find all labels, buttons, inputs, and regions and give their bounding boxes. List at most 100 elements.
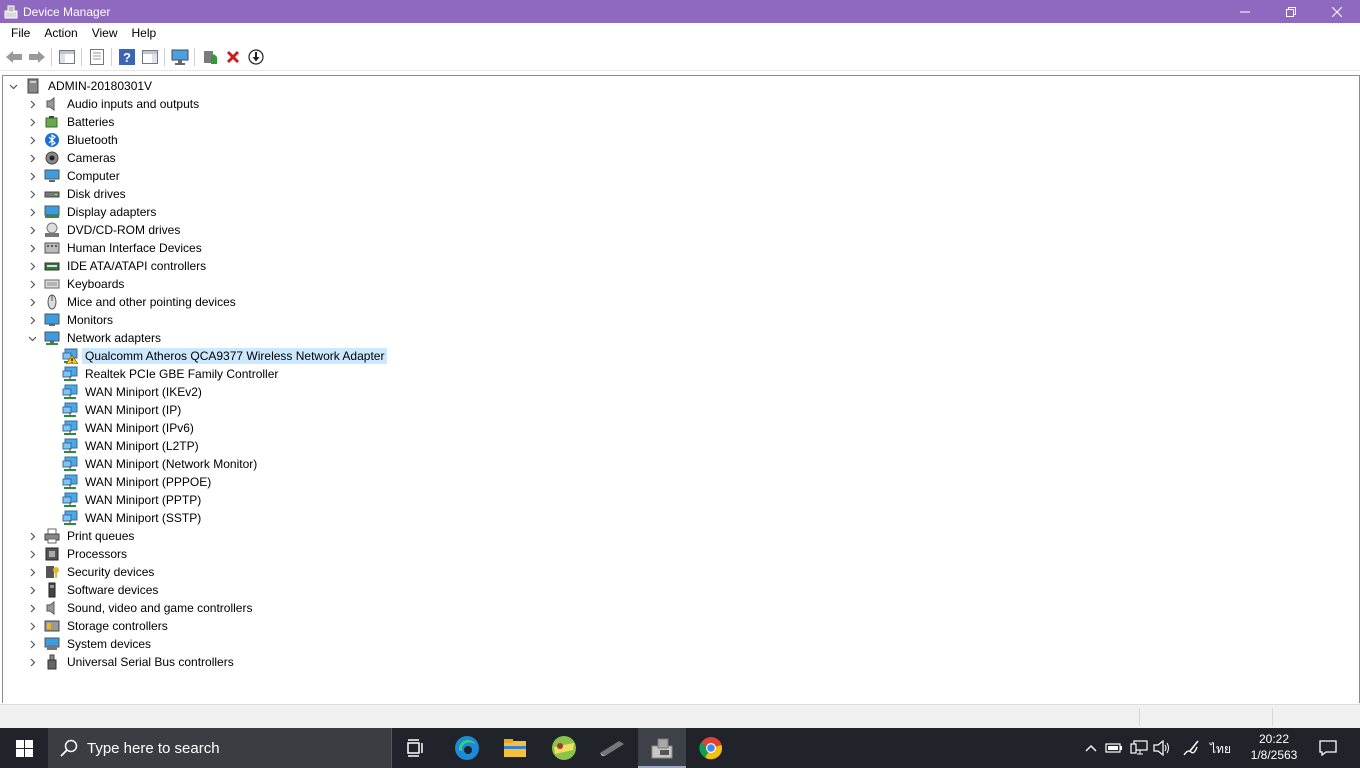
task-view-button[interactable]	[392, 728, 440, 768]
update-driver-button[interactable]	[199, 46, 221, 68]
ide-controller-icon	[44, 258, 60, 274]
menu-view[interactable]: View	[85, 23, 125, 44]
taskbar-app-device-manager[interactable]	[638, 728, 686, 768]
chevron-right-icon[interactable]	[26, 581, 38, 599]
tree-category-label: Audio inputs and outputs	[67, 97, 200, 111]
tree-category[interactable]: System devices	[26, 635, 154, 653]
tree-category[interactable]: Processors	[26, 545, 130, 563]
tree-root-computer[interactable]: ADMIN-20180301V	[7, 77, 155, 95]
taskbar-app-chrome[interactable]	[687, 728, 735, 768]
chevron-right-icon[interactable]	[26, 131, 38, 149]
pen-workspace-button[interactable]	[1180, 728, 1202, 768]
chevron-right-icon[interactable]	[26, 563, 38, 581]
menu-help[interactable]: Help	[125, 23, 164, 44]
tree-category-label: System devices	[67, 637, 152, 651]
tree-category[interactable]: Sound, video and game controllers	[26, 599, 255, 617]
taskbar-app-edge[interactable]	[443, 728, 491, 768]
volume-button[interactable]	[1152, 728, 1172, 768]
tree-category[interactable]: IDE ATA/ATAPI controllers	[26, 257, 209, 275]
action-center-button[interactable]	[1312, 728, 1344, 768]
network-adapter-icon	[62, 420, 78, 436]
uninstall-device-button[interactable]	[222, 46, 244, 68]
toolbar-separator	[194, 48, 195, 66]
input-language-indicator[interactable]: ไทย	[1210, 740, 1231, 759]
back-button[interactable]	[3, 46, 25, 68]
battery-tray-button[interactable]	[1104, 728, 1124, 768]
chevron-right-icon[interactable]	[26, 239, 38, 257]
camera-icon	[44, 150, 60, 166]
chevron-right-icon[interactable]	[26, 113, 38, 131]
tree-device[interactable]: WAN Miniport (IPv6)	[62, 419, 197, 437]
tree-category[interactable]: Human Interface Devices	[26, 239, 205, 257]
tree-category[interactable]: Keyboards	[26, 275, 127, 293]
tree-device[interactable]: WAN Miniport (PPPOE)	[62, 473, 214, 491]
tree-category[interactable]: Software devices	[26, 581, 161, 599]
tree-device[interactable]: WAN Miniport (SSTP)	[62, 509, 204, 527]
tree-category[interactable]: Audio inputs and outputs	[26, 95, 202, 113]
chevron-right-icon[interactable]	[26, 275, 38, 293]
chevron-right-icon[interactable]	[26, 311, 38, 329]
chevron-down-icon[interactable]	[26, 329, 38, 347]
tree-device[interactable]: WAN Miniport (IKEv2)	[62, 383, 205, 401]
restore-button[interactable]	[1268, 0, 1314, 23]
tree-category[interactable]: Batteries	[26, 113, 117, 131]
tree-device[interactable]: WAN Miniport (PPTP)	[62, 491, 204, 509]
tree-category[interactable]: Security devices	[26, 563, 157, 581]
tree-category[interactable]: Cameras	[26, 149, 119, 167]
monitor-button[interactable]	[169, 46, 191, 68]
chevron-right-icon[interactable]	[26, 617, 38, 635]
tree-category[interactable]: Computer	[26, 167, 123, 185]
chevron-right-icon[interactable]	[26, 167, 38, 185]
chevron-right-icon[interactable]	[26, 545, 38, 563]
tree-device[interactable]: WAN Miniport (Network Monitor)	[62, 455, 260, 473]
chevron-right-icon[interactable]	[26, 635, 38, 653]
tree-device[interactable]: Realtek PCIe GBE Family Controller	[62, 365, 281, 383]
chevron-right-icon[interactable]	[26, 293, 38, 311]
chevron-right-icon[interactable]	[26, 527, 38, 545]
tree-category[interactable]: Bluetooth	[26, 131, 121, 149]
tree-category[interactable]: Storage controllers	[26, 617, 171, 635]
chevron-right-icon[interactable]	[26, 599, 38, 617]
chevron-right-icon[interactable]	[26, 221, 38, 239]
tree-category[interactable]: Print queues	[26, 527, 137, 545]
taskbar-app-pen[interactable]	[588, 728, 636, 768]
help-button[interactable]: ?	[116, 46, 138, 68]
tree-category[interactable]: Monitors	[26, 311, 116, 329]
tree-category[interactable]: Display adapters	[26, 203, 159, 221]
tree-category[interactable]: Mice and other pointing devices	[26, 293, 239, 311]
search-box[interactable]: Type here to search	[48, 728, 392, 768]
tree-category[interactable]: Disk drives	[26, 185, 129, 203]
taskbar-app-game[interactable]	[540, 728, 588, 768]
tree-device[interactable]: WAN Miniport (IP)	[62, 401, 184, 419]
chevron-right-icon[interactable]	[26, 149, 38, 167]
show-hide-console-tree-button[interactable]	[56, 46, 78, 68]
show-hidden-icons-button[interactable]	[1082, 728, 1100, 768]
chevron-down-icon[interactable]	[7, 77, 19, 95]
tree-category[interactable]: Network adapters	[26, 329, 164, 347]
menu-file[interactable]: File	[0, 23, 37, 44]
forward-button[interactable]	[26, 46, 48, 68]
minimize-button[interactable]	[1222, 0, 1268, 23]
tree-category[interactable]: DVD/CD-ROM drives	[26, 221, 183, 239]
tree-device[interactable]: WAN Miniport (L2TP)	[62, 437, 202, 455]
minimize-icon	[1240, 11, 1250, 12]
chevron-right-icon[interactable]	[26, 203, 38, 221]
tree-device-warning[interactable]: Qualcomm Atheros QCA9377 Wireless Networ…	[62, 347, 388, 365]
computer-tower-icon	[25, 78, 41, 94]
battery-tray-icon	[1105, 743, 1122, 753]
chevron-right-icon[interactable]	[26, 257, 38, 275]
chevron-right-icon[interactable]	[26, 653, 38, 671]
tree-category-label: Security devices	[67, 565, 155, 579]
close-button[interactable]	[1314, 0, 1360, 23]
network-tray-button[interactable]	[1128, 728, 1150, 768]
start-button[interactable]	[0, 728, 48, 768]
properties-button[interactable]	[86, 46, 108, 68]
tree-category[interactable]: Universal Serial Bus controllers	[26, 653, 237, 671]
clock[interactable]: 20:22 1/8/2563	[1248, 731, 1300, 763]
menu-action[interactable]: Action	[37, 23, 84, 44]
chevron-right-icon[interactable]	[26, 185, 38, 203]
taskbar-app-file-explorer[interactable]	[491, 728, 539, 768]
chevron-right-icon[interactable]	[26, 95, 38, 113]
action-pane-button[interactable]	[139, 46, 161, 68]
scan-hardware-changes-button[interactable]	[245, 46, 267, 68]
